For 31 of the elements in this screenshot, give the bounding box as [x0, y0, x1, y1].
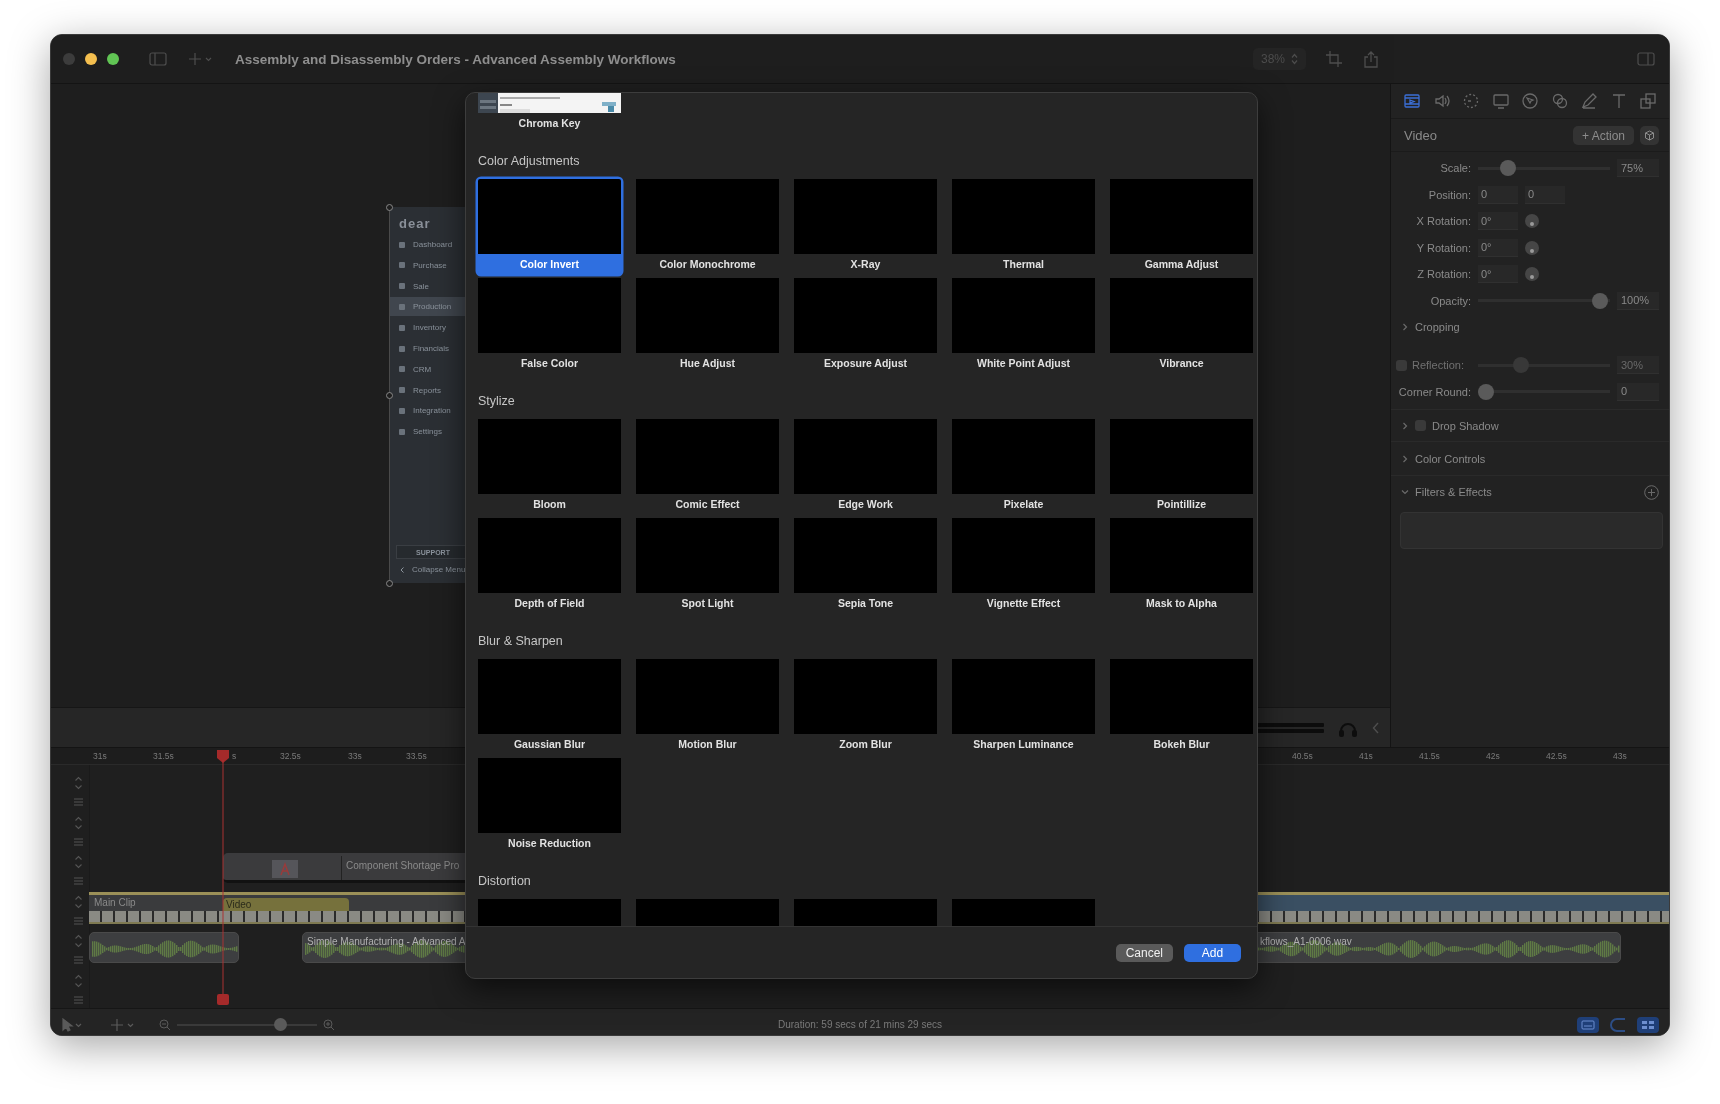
time-label: 40.5s	[1292, 751, 1313, 761]
time-label: 33.5s	[406, 751, 427, 761]
field-label: Position:	[1427, 188, 1471, 201]
time-label: 33s	[348, 751, 362, 761]
section-title: Video	[1404, 127, 1438, 143]
field-label: Opacity:	[1429, 294, 1471, 307]
section-heading: Color Adjustments	[478, 153, 580, 169]
field-label: Corner Round:	[1397, 385, 1471, 398]
clip-label: Component Shortage Pro	[346, 860, 460, 871]
clip-label: Simple Manufacturing - Advanced A	[307, 936, 466, 947]
field-label: Scale:	[1439, 162, 1471, 175]
duration-text: Duration: 59 secs of 21 mins 29 secs	[778, 1019, 942, 1030]
time-label: 31.5s	[153, 751, 174, 761]
clip-label: Main Clip	[94, 897, 136, 908]
clip-label: kflows_A1-0006.wav	[1260, 936, 1352, 947]
time-label: s	[232, 751, 237, 761]
time-label: 42.5s	[1546, 751, 1567, 761]
time-label: 43s	[1613, 751, 1627, 761]
app-logo: dear	[399, 216, 431, 231]
field-label: Z Rotation:	[1416, 268, 1471, 281]
time-label: 32.5s	[280, 751, 301, 761]
section-heading: Blur & Sharpen	[478, 633, 563, 649]
field-label: Reflection:	[1412, 359, 1464, 372]
time-label: 31s	[93, 751, 107, 761]
time-label: 42s	[1486, 751, 1500, 761]
time-label: 41s	[1359, 751, 1373, 761]
window-title: Assembly and Disassembly Orders - Advanced Assembly Workflows	[235, 51, 676, 67]
section-heading: Stylize	[478, 393, 515, 409]
field-label: Y Rotation:	[1415, 241, 1471, 254]
time-label: 41.5s	[1419, 751, 1440, 761]
field-label: X Rotation:	[1415, 215, 1471, 228]
